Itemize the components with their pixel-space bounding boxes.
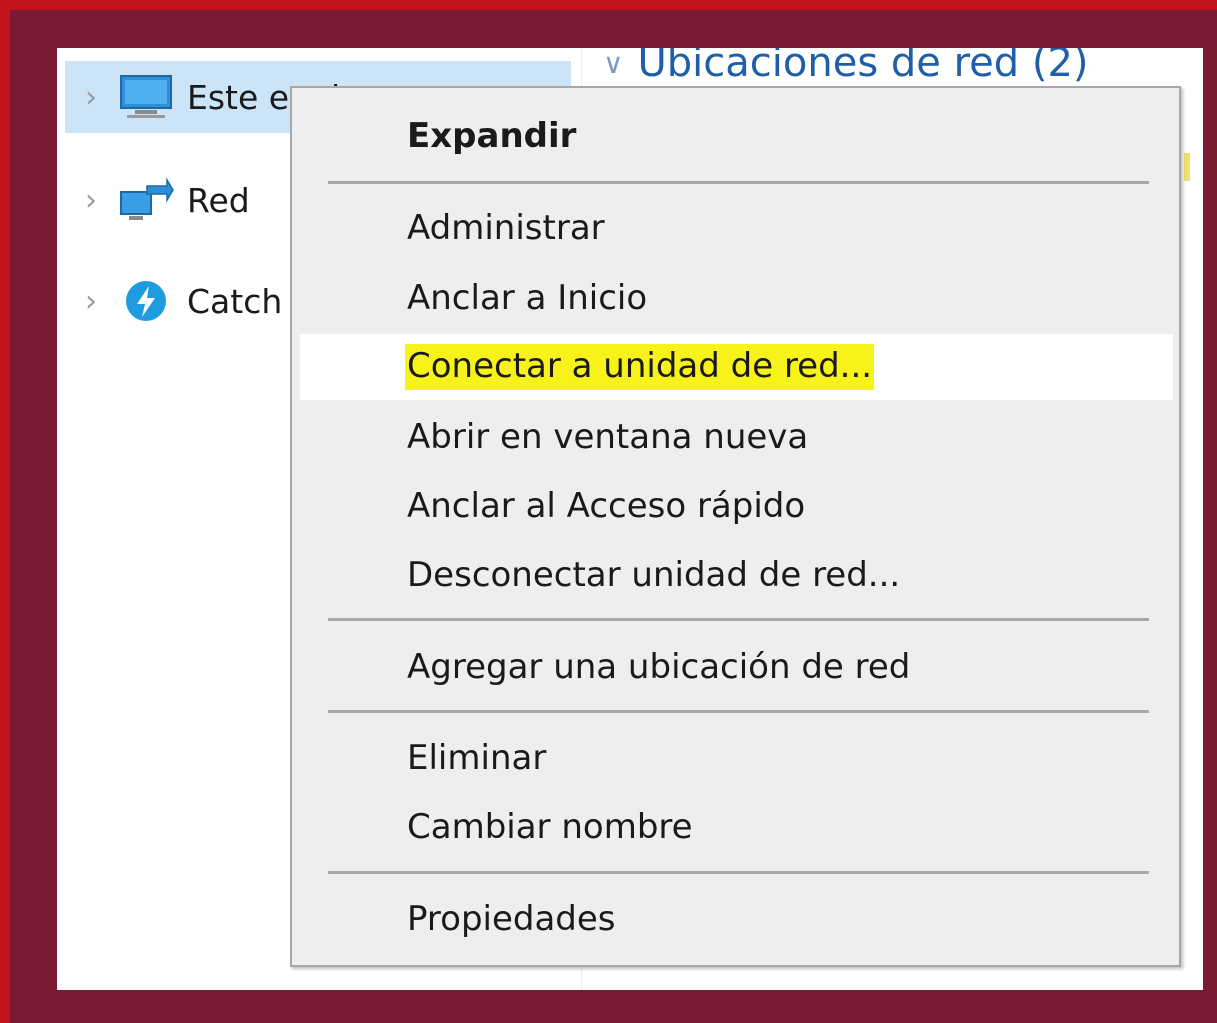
menu-item-label: Anclar a Inicio bbox=[407, 278, 648, 318]
menu-item-label: Cambiar nombre bbox=[407, 807, 693, 847]
menu-item-propiedades[interactable]: Propiedades bbox=[300, 886, 1173, 952]
menu-item-administrar[interactable]: Administrar bbox=[300, 195, 1173, 261]
context-menu: Expandir Administrar Anclar a Inicio Con… bbox=[290, 86, 1181, 967]
menu-item-label: Conectar a unidad de red... bbox=[405, 344, 875, 390]
menu-item-anclar-acceso-rapido[interactable]: Anclar al Acceso rápido bbox=[300, 473, 1173, 539]
menu-item-expandir[interactable]: Expandir bbox=[300, 103, 1173, 169]
menu-item-label: Agregar una ubicación de red bbox=[407, 647, 911, 687]
menu-item-label: Expandir bbox=[407, 116, 577, 156]
menu-item-eliminar[interactable]: Eliminar bbox=[300, 725, 1173, 791]
network-icon bbox=[117, 175, 175, 225]
computer-icon bbox=[117, 72, 175, 122]
menu-separator bbox=[328, 710, 1149, 713]
chevron-right-icon[interactable]: › bbox=[65, 80, 117, 115]
menu-item-abrir-ventana-nueva[interactable]: Abrir en ventana nueva bbox=[300, 404, 1173, 470]
menu-item-label: Administrar bbox=[407, 208, 605, 248]
menu-item-label: Desconectar unidad de red... bbox=[407, 555, 901, 595]
group-header-label: Ubicaciones de red (2) bbox=[637, 48, 1089, 86]
menu-item-conectar-unidad-red[interactable]: Conectar a unidad de red... bbox=[300, 334, 1173, 400]
chevron-down-icon[interactable]: ∨ bbox=[603, 48, 624, 80]
menu-separator bbox=[328, 181, 1149, 184]
nav-item-label: Red bbox=[187, 180, 250, 220]
menu-item-cambiar-nombre[interactable]: Cambiar nombre bbox=[300, 794, 1173, 860]
network-locations-group-header[interactable]: ∨ Ubicaciones de red (2) bbox=[603, 48, 1089, 86]
chevron-right-icon[interactable]: › bbox=[65, 183, 117, 218]
menu-item-desconectar-unidad-red[interactable]: Desconectar unidad de red... bbox=[300, 542, 1173, 608]
menu-item-anclar-a-inicio[interactable]: Anclar a Inicio bbox=[300, 265, 1173, 331]
menu-item-label: Abrir en ventana nueva bbox=[407, 417, 809, 457]
chevron-right-icon[interactable]: › bbox=[65, 284, 117, 319]
menu-item-agregar-ubicacion-red[interactable]: Agregar una ubicación de red bbox=[300, 634, 1173, 700]
menu-item-label: Anclar al Acceso rápido bbox=[407, 486, 806, 526]
menu-separator bbox=[328, 618, 1149, 621]
menu-separator bbox=[328, 871, 1149, 874]
menu-item-label: Eliminar bbox=[407, 738, 547, 778]
menu-item-label: Propiedades bbox=[407, 899, 616, 939]
nav-item-label: Catch bbox=[187, 281, 283, 321]
partially-visible-folder-icon bbox=[1184, 153, 1190, 181]
catch-app-icon bbox=[117, 276, 175, 326]
